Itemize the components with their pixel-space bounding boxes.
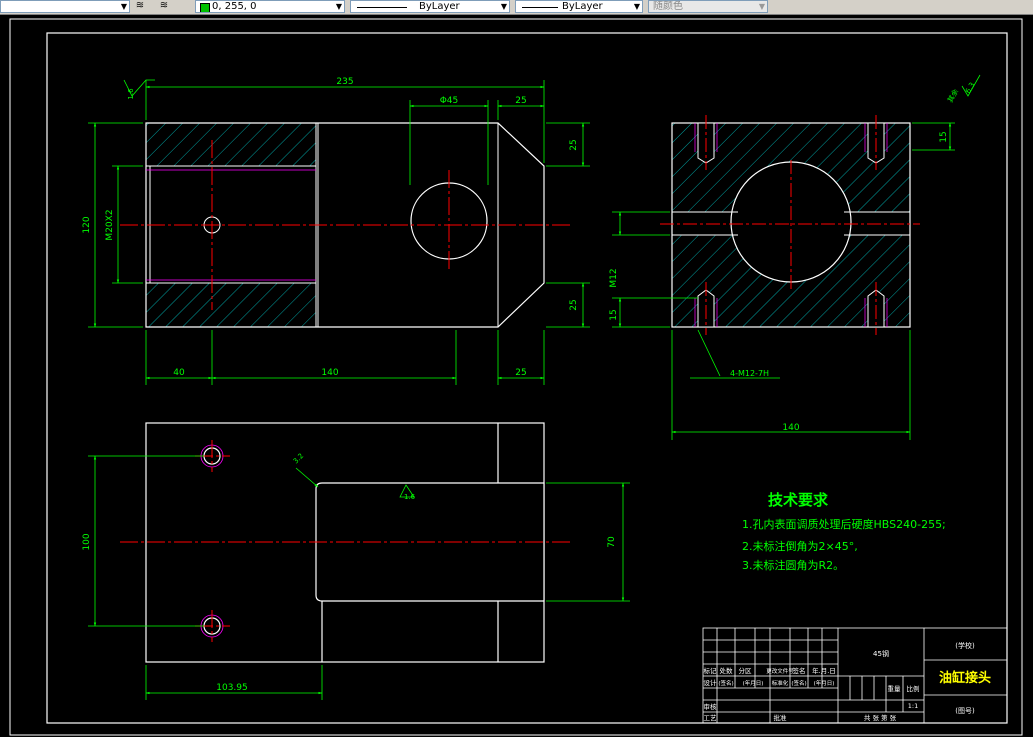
- hatch-bottom: [146, 283, 316, 327]
- notes-title: 技术要求: [768, 491, 829, 509]
- roughness-corner: 6.3: [964, 81, 976, 95]
- hatch-top: [146, 123, 316, 166]
- dim-side-m12: M12: [609, 268, 619, 287]
- side-section-view[interactable]: [660, 115, 920, 335]
- chevron-down-icon: ▼: [335, 2, 342, 11]
- tb-cell: 工艺: [704, 714, 718, 722]
- technical-notes: 技术要求 1.孔内表面调质处理后硬度HBS240-255; 2.未标注倒角为2×…: [742, 491, 946, 572]
- linetype-dropdown[interactable]: ByLayer ▼: [350, 0, 510, 13]
- chevron-down-icon: ▼: [633, 2, 640, 11]
- layer-previous-icon[interactable]: ≋: [157, 0, 171, 12]
- note-3: 3.未标注圆角为R2。: [742, 558, 844, 572]
- dim-plan-height: 100: [82, 533, 92, 550]
- note-2: 2.未标注倒角为2×45°,: [742, 539, 858, 553]
- properties-toolbar: ▼ ≋ ≋ 0, 255, 0 ▼ ByLayer ▼ ByLayer ▼ 随颜…: [0, 0, 1033, 15]
- tb-cell: 标准化: [772, 679, 789, 687]
- front-section-view[interactable]: [120, 122, 570, 328]
- lineweight-dropdown[interactable]: ByLayer ▼: [515, 0, 643, 13]
- roughness-corner-label: 其余: [945, 87, 960, 104]
- tb-cell: 审核: [704, 702, 718, 711]
- tb-cell: 处数: [720, 666, 734, 675]
- dim-plan-width: 103.95: [216, 683, 248, 693]
- roughness-left: 1.6: [127, 88, 135, 100]
- chevron-down-icon: ▼: [500, 2, 507, 11]
- dim-side-width: 140: [782, 423, 799, 433]
- layer-dropdown[interactable]: ▼: [0, 0, 130, 13]
- dim-bore: Φ45: [440, 96, 459, 106]
- scale-label: 比例: [907, 684, 920, 693]
- chevron-down-icon: ▼: [758, 2, 765, 11]
- line-preview: [522, 7, 558, 8]
- linetype-value: ByLayer: [419, 1, 460, 12]
- dim-right-top: 25: [569, 139, 579, 150]
- dim-side-15: 15: [609, 309, 619, 320]
- sheet-info: 共 张 第 张: [864, 713, 897, 722]
- drawing-no: (图号): [955, 707, 975, 715]
- plan-roughness-2: 3.2: [292, 452, 306, 466]
- tb-cell: (签名): [718, 679, 733, 687]
- title-block-text: 45钢 (学校) 油缸接头 (图号) 重量 比例 1:1 共 张 第 张 标记 …: [704, 641, 992, 722]
- note-1: 1.孔内表面调质处理后硬度HBS240-255;: [742, 517, 946, 531]
- drawing-canvas[interactable]: 235 Φ45 25 25 25 120 M20X2 40 140 25 1.6: [0, 15, 1033, 737]
- dim-side-top: 15: [939, 131, 949, 142]
- color-dropdown[interactable]: 0, 255, 0 ▼: [195, 0, 345, 13]
- tb-cell: (签名): [791, 679, 806, 687]
- color-value: 0, 255, 0: [212, 1, 257, 12]
- scale-value: 1:1: [908, 702, 918, 710]
- plotstyle-dropdown: 随颜色 ▼: [648, 0, 768, 13]
- weight-label: 重量: [888, 685, 902, 693]
- plan-hole-threads: [200, 444, 224, 638]
- dim-thread: M20X2: [105, 209, 115, 240]
- material: 45钢: [873, 649, 889, 658]
- dim-25: 25: [515, 368, 526, 378]
- green-swatch-icon: [200, 3, 210, 12]
- tb-cell: 年.月.日: [812, 666, 836, 675]
- dim-chamfer-top: 25: [515, 96, 526, 106]
- dim-side-holes: 4-M12-7H: [730, 369, 769, 378]
- dim-plan-70: 70: [607, 536, 617, 548]
- tb-cell: 更改文件号: [766, 667, 794, 675]
- tb-cell: 分区: [739, 666, 753, 675]
- chevron-down-icon: ▼: [120, 2, 127, 11]
- layer-stack-icon[interactable]: ≋: [133, 0, 147, 12]
- dim-140: 140: [321, 368, 338, 378]
- tb-cell: (年月日): [743, 679, 764, 687]
- line-preview: [357, 7, 407, 8]
- front-dim-text: 235 Φ45 25 25 25 120 M20X2 40 140 25 1.6: [82, 77, 579, 378]
- tb-cell: 签名: [793, 666, 806, 675]
- lineweight-value: ByLayer: [562, 1, 603, 12]
- plan-roughness: 1.6: [404, 493, 416, 501]
- dim-top-width: 235: [336, 77, 353, 87]
- dim-right-bottom: 25: [569, 299, 579, 310]
- part-name: 油缸接头: [939, 670, 991, 686]
- plotstyle-value: 随颜色: [653, 1, 683, 12]
- dim-40: 40: [173, 368, 185, 378]
- tb-cell: 标记: [704, 666, 718, 675]
- dim-left-height: 120: [82, 216, 92, 233]
- tb-cell: (年月日): [814, 679, 835, 687]
- tb-cell: 设计: [704, 678, 718, 687]
- tb-cell: 批准: [774, 713, 788, 722]
- school: (学校): [955, 641, 975, 650]
